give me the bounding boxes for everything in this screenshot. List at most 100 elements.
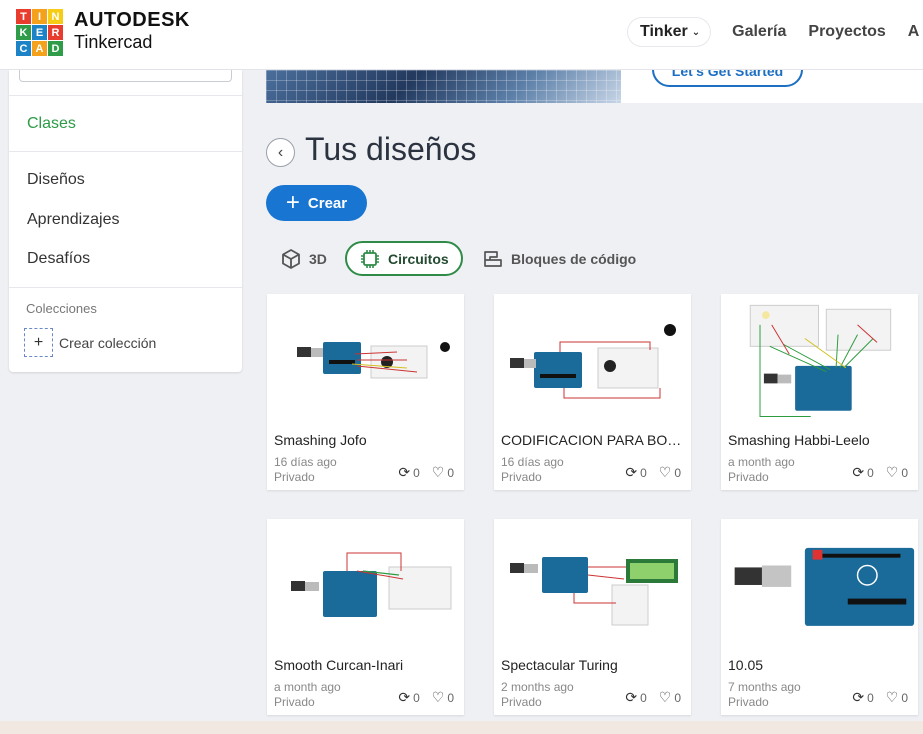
logo-letter: R xyxy=(48,25,63,40)
sidebar-item-desafios[interactable]: Desafíos xyxy=(27,250,90,268)
remix-icon: ⟳ xyxy=(852,689,865,705)
card-stats: ⟳ 0 ♡ 0 xyxy=(852,464,908,481)
card-title: 10.05 xyxy=(728,657,764,673)
design-thumbnail xyxy=(510,557,678,626)
design-thumbnail xyxy=(734,547,915,626)
sidebar-search-input[interactable] xyxy=(19,70,232,82)
sidebar-item-disenos[interactable]: Diseños xyxy=(27,171,85,189)
card-stats: ⟳ 0 ♡ 0 xyxy=(625,464,681,481)
tab-circuitos[interactable]: Circuitos xyxy=(345,241,463,276)
nav-truncated[interactable]: A xyxy=(908,23,920,41)
card-date: a month ago xyxy=(274,680,341,694)
card-title: Spectacular Turing xyxy=(501,657,618,673)
design-thumbnail xyxy=(291,552,452,617)
like-count: 0 xyxy=(901,690,908,705)
create-collection-button[interactable]: + Crear colección xyxy=(24,328,156,357)
card-date: 7 months ago xyxy=(728,680,801,694)
design-thumbnail xyxy=(749,304,892,418)
heart-icon[interactable]: ♡ xyxy=(432,689,445,706)
heart-icon[interactable]: ♡ xyxy=(432,464,445,481)
plus-icon: + xyxy=(285,189,300,216)
remix-count: 0 xyxy=(640,465,647,480)
card-stats: ⟳ 0 ♡ 0 xyxy=(398,464,454,481)
design-card[interactable]: Smashing Habbi-Leelo a month ago Privado… xyxy=(721,294,918,490)
remix-count: 0 xyxy=(413,690,420,705)
brand-name[interactable]: AUTODESK Tinkercad xyxy=(74,10,190,51)
tab-3d-label: 3D xyxy=(309,250,327,267)
card-privacy: Privado xyxy=(501,470,542,484)
design-card[interactable]: Smooth Curcan-Inari a month ago Privado … xyxy=(267,519,464,715)
logo-letter: N xyxy=(48,9,63,24)
heart-icon[interactable]: ♡ xyxy=(659,464,672,481)
card-title: Smashing Habbi-Leelo xyxy=(728,432,870,448)
sidebar: Clases Diseños Aprendizajes Desafíos Col… xyxy=(9,70,242,372)
chevron-left-icon: ‹ xyxy=(277,143,284,161)
chevron-down-icon: ⌄ xyxy=(691,26,701,38)
nav-tinker-label: Tinker xyxy=(640,23,688,40)
nav-proyectos[interactable]: Proyectos xyxy=(808,23,885,41)
card-privacy: Privado xyxy=(501,695,542,709)
logo-letter: C xyxy=(16,41,31,56)
remix-count: 0 xyxy=(640,690,647,705)
get-started-button[interactable]: Let's Get Started xyxy=(652,70,803,87)
collections-heading: Colecciones xyxy=(26,301,97,316)
card-stats: ⟳ 0 ♡ 0 xyxy=(398,689,454,706)
card-privacy: Privado xyxy=(274,470,315,484)
card-privacy: Privado xyxy=(274,695,315,709)
remix-icon: ⟳ xyxy=(398,464,411,480)
like-count: 0 xyxy=(674,465,681,480)
remix-icon: ⟳ xyxy=(625,689,638,705)
brand-autodesk: AUTODESK xyxy=(74,9,190,31)
back-button[interactable]: ‹ xyxy=(266,138,295,167)
card-stats: ⟳ 0 ♡ 0 xyxy=(852,689,908,706)
os-taskbar xyxy=(0,721,923,734)
card-date: 16 días ago xyxy=(501,455,564,469)
remix-count: 0 xyxy=(867,690,874,705)
sidebar-item-clases[interactable]: Clases xyxy=(27,115,76,133)
logo-letter: I xyxy=(32,9,47,24)
page-title: Tus diseños xyxy=(305,131,477,167)
card-date: 16 días ago xyxy=(274,455,337,469)
heart-icon[interactable]: ♡ xyxy=(659,689,672,706)
like-count: 0 xyxy=(901,465,908,480)
create-button[interactable]: + Crear xyxy=(266,185,367,221)
create-button-label: Crear xyxy=(307,194,348,212)
promo-banner: Let's Get Started xyxy=(266,70,923,103)
nav-tinker-dropdown[interactable]: Tinker ⌄ xyxy=(628,18,711,46)
card-title: Smooth Curcan-Inari xyxy=(274,657,404,673)
card-date: 2 months ago xyxy=(501,680,574,694)
nav-galeria[interactable]: Galería xyxy=(732,23,786,41)
design-card[interactable]: Smashing Jofo 16 días ago Privado ⟳ 0 ♡ 0 xyxy=(267,294,464,490)
like-count: 0 xyxy=(447,690,454,705)
circuit-chip-icon xyxy=(361,249,379,268)
logo-letter: D xyxy=(48,41,63,56)
remix-icon: ⟳ xyxy=(398,689,411,705)
logo-letter: K xyxy=(16,25,31,40)
sidebar-item-aprendizajes[interactable]: Aprendizajes xyxy=(27,211,120,229)
plus-icon: + xyxy=(24,328,53,357)
like-count: 0 xyxy=(674,690,681,705)
card-title: Smashing Jofo xyxy=(274,432,367,448)
tab-circuitos-label: Circuitos xyxy=(388,250,449,267)
top-header: T I N K E R C A D AUTODESK Tinkercad Tin… xyxy=(0,0,923,70)
tab-bloques-label: Bloques de código xyxy=(511,250,637,267)
card-stats: ⟳ 0 ♡ 0 xyxy=(625,689,681,706)
like-count: 0 xyxy=(447,465,454,480)
design-card[interactable]: 10.05 7 months ago Privado ⟳ 0 ♡ 0 xyxy=(721,519,918,715)
remix-icon: ⟳ xyxy=(625,464,638,480)
logo-letter: T xyxy=(16,9,31,24)
design-card[interactable]: CODIFICACION PARA BOC... 16 días ago Pri… xyxy=(494,294,691,490)
heart-icon[interactable]: ♡ xyxy=(886,464,899,481)
brand-tinkercad: Tinkercad xyxy=(74,32,153,52)
card-date: a month ago xyxy=(728,455,795,469)
design-card[interactable]: Spectacular Turing 2 months ago Privado … xyxy=(494,519,691,715)
heart-icon[interactable]: ♡ xyxy=(886,689,899,706)
create-collection-label: Crear colección xyxy=(59,334,157,351)
remix-count: 0 xyxy=(413,465,420,480)
tab-3d[interactable]: 3D xyxy=(280,241,327,276)
remix-count: 0 xyxy=(867,465,874,480)
tab-bloques[interactable]: Bloques de código xyxy=(482,241,636,276)
main-nav: Tinker ⌄ Galería Proyectos A xyxy=(628,17,919,47)
banner-image xyxy=(266,70,621,103)
tinkercad-logo[interactable]: T I N K E R C A D xyxy=(16,9,63,56)
